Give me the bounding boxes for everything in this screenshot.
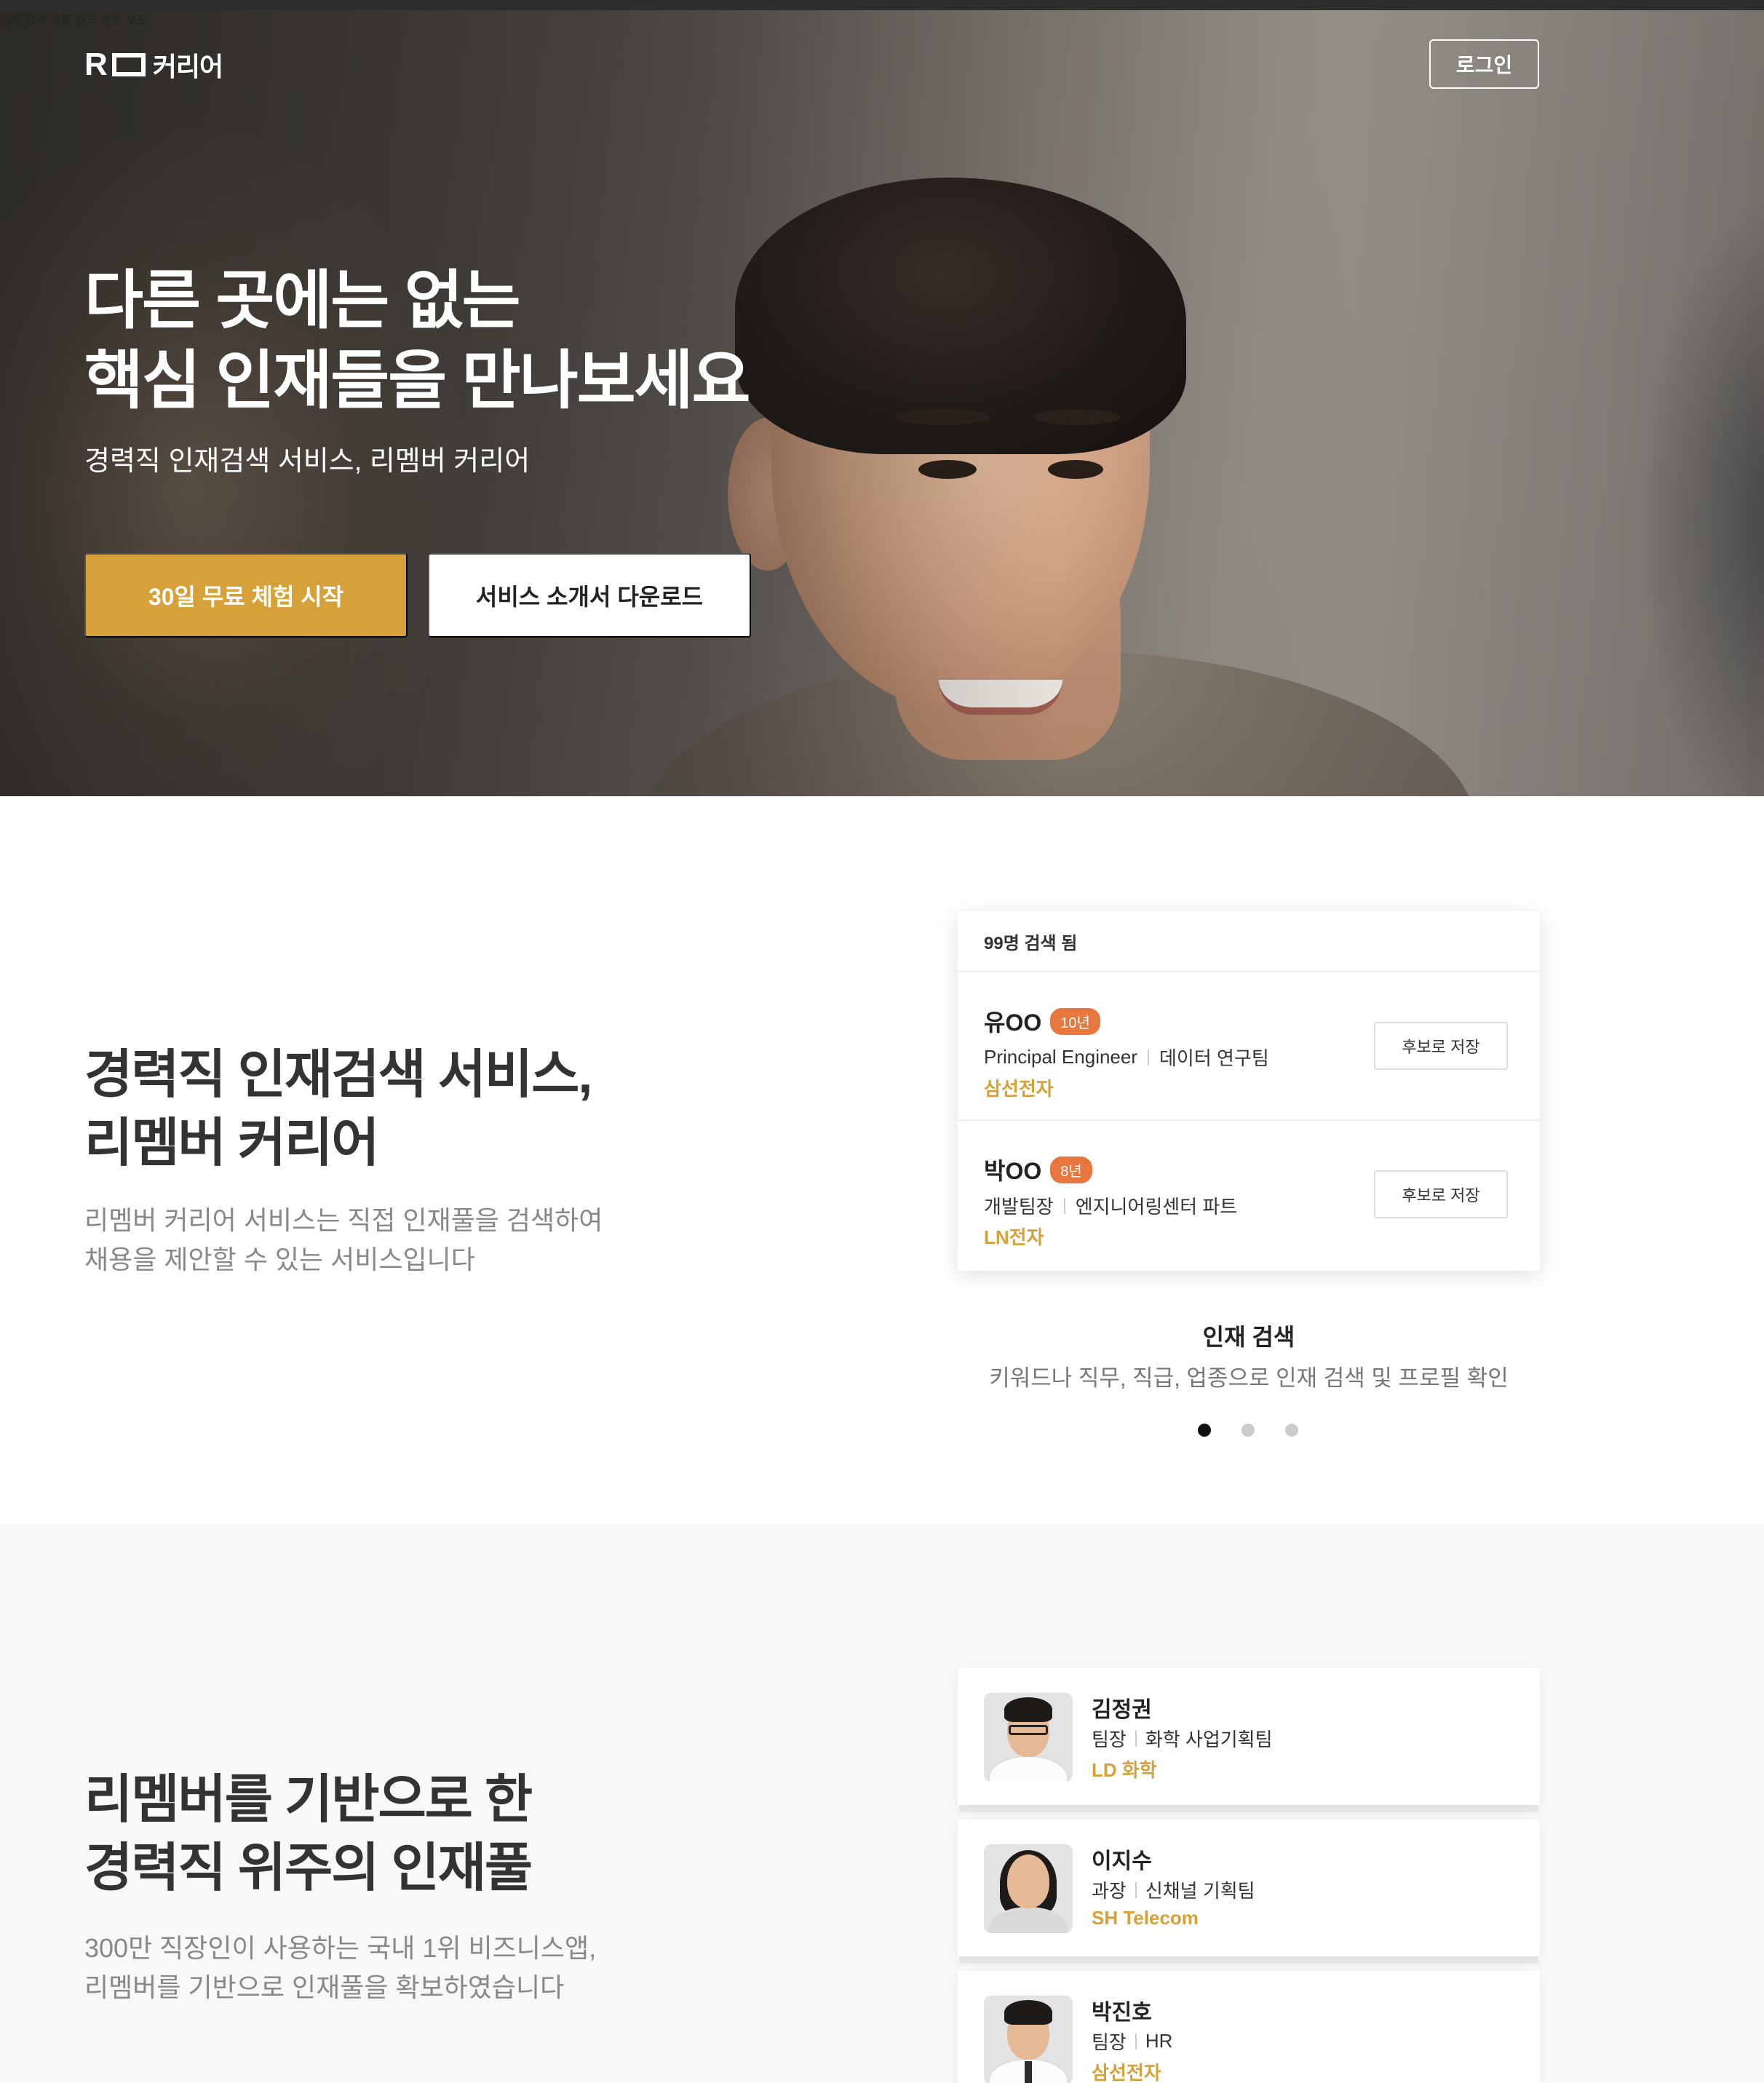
candidate-title: 개발팀장 xyxy=(984,1196,1054,1218)
remember-career-logo[interactable]: R 커리어 xyxy=(84,39,223,90)
site-header: R 커리어 인재 검색 채용 광고 언론 보도 로그인 xyxy=(0,10,1764,98)
avatar-tie xyxy=(1025,2061,1032,2083)
brochure-download-button[interactable]: 서비스 소개서 다운로드 xyxy=(428,553,751,638)
carousel-dot-3[interactable] xyxy=(1285,1424,1298,1437)
candidate-team: 데이터 연구팀 xyxy=(1159,1047,1269,1069)
avatar xyxy=(984,1693,1073,1782)
talent-pool-description: 300만 직장인이 사용하는 국내 1위 비즈니스앱, 리멤버를 기반으로 인재… xyxy=(84,1929,596,2007)
talent-search-title-line-1: 경력직 인재검색 서비스, xyxy=(84,1046,592,1104)
avatar xyxy=(984,1996,1073,2083)
hero-title-line-1: 다른 곳에는 없는 xyxy=(84,264,521,336)
avatar-face xyxy=(1007,1854,1049,1908)
talent-search-desc-line-1: 리멤버 커리어 서비스는 직접 인재풀을 검색하여 xyxy=(84,1205,603,1235)
hero-subtitle: 경력직 인재검색 서비스, 리멤버 커리어 xyxy=(84,446,531,477)
profile-position: 팀장 xyxy=(1092,1729,1127,1750)
profile-card[interactable]: 박진호 팀장 HR 삼선전자 xyxy=(958,1971,1540,2083)
talent-search-title: 경력직 인재검색 서비스, 리멤버 커리어 xyxy=(84,1041,592,1178)
talent-search-desc-line-2: 채용을 제안할 수 있는 서비스입니다 xyxy=(84,1245,475,1274)
carousel-dot-1[interactable] xyxy=(1198,1424,1211,1437)
profile-team: 화학 사업기획팀 xyxy=(1145,1729,1273,1750)
candidate-name-group: 유OO 10년 xyxy=(984,1004,1100,1038)
talent-pool-desc-line-1: 300만 직장인이 사용하는 국내 1위 비즈니스앱, xyxy=(84,1933,597,1963)
candidate-company: 삼선전자 xyxy=(984,1078,1054,1100)
candidate-role: 개발팀장 엔지니어링센터 파트 xyxy=(984,1192,1237,1219)
avatar-shirt xyxy=(988,1907,1068,1933)
talent-search-title-line-2: 리멤버 커리어 xyxy=(84,1114,379,1173)
top-border xyxy=(0,0,1764,10)
talent-pool-title: 리멤버를 기반으로 한 경력직 위주의 인재풀 xyxy=(84,1766,533,1903)
search-result-row[interactable]: 유OO 10년 Principal Engineer 데이터 연구팀 삼선전자 … xyxy=(958,972,1540,1121)
candidate-name: 유OO xyxy=(984,1009,1042,1036)
save-candidate-button[interactable]: 후보로 저장 xyxy=(1374,1022,1508,1070)
logo-mark: R xyxy=(84,47,108,82)
candidate-company: LN전자 xyxy=(984,1226,1044,1248)
profile-role: 팀장 HR xyxy=(1092,2028,1172,2055)
candidate-name-group: 박OO 8년 xyxy=(984,1153,1092,1186)
divider xyxy=(1135,1881,1137,1898)
divider xyxy=(1063,1197,1065,1214)
profile-company: LD 화학 xyxy=(1092,1759,1157,1781)
carousel-dots xyxy=(1198,1424,1298,1437)
nav-press[interactable]: 언론 보도 xyxy=(100,13,147,27)
profile-team: HR xyxy=(1145,2030,1173,2052)
experience-badge: 8년 xyxy=(1050,1156,1092,1183)
main-nav: 인재 검색 채용 광고 언론 보도 xyxy=(0,10,1764,28)
candidate-title: Principal Engineer xyxy=(984,1046,1138,1068)
nav-talent-search[interactable]: 인재 검색 xyxy=(0,13,47,27)
avatar-hair xyxy=(1004,2000,1052,2025)
candidate-team: 엔지니어링센터 파트 xyxy=(1075,1196,1238,1218)
logo-text: 커리어 xyxy=(152,52,223,82)
avatar-glasses xyxy=(1009,1725,1048,1735)
login-button[interactable]: 로그인 xyxy=(1429,39,1539,89)
profile-card[interactable]: 이지수 과장 신채널 기획팀 SH Telecom xyxy=(958,1820,1540,1956)
profile-position: 팀장 xyxy=(1092,2031,1127,2053)
avatar xyxy=(984,1844,1073,1933)
profile-card[interactable]: 김정권 팀장 화학 사업기획팀 LD 화학 xyxy=(958,1668,1540,1805)
profile-role: 팀장 화학 사업기획팀 xyxy=(1092,1725,1273,1752)
profile-position: 과장 xyxy=(1092,1880,1127,1902)
divider xyxy=(1135,1730,1137,1747)
avatar-hair xyxy=(1004,1697,1052,1722)
talent-pool-desc-line-2: 리멤버를 기반으로 인재풀을 확보하였습니다 xyxy=(84,1972,565,2002)
save-candidate-button[interactable]: 후보로 저장 xyxy=(1374,1170,1508,1218)
hero-title-line-2: 핵심 인재들을 만나보세요 xyxy=(84,344,750,416)
profile-company: SH Telecom xyxy=(1092,1907,1199,1929)
candidate-name: 박OO xyxy=(984,1158,1042,1184)
search-result-count: 99명 검색 됨 xyxy=(958,911,1540,972)
feature-description: 키워드나 직무, 직급, 업종으로 인재 검색 및 프로필 확인 xyxy=(989,1365,1509,1391)
logo-box-icon xyxy=(111,53,146,76)
avatar-shirt xyxy=(988,1755,1068,1782)
talent-search-description: 리멤버 커리어 서비스는 직접 인재풀을 검색하여 채용을 제안할 수 있는 서… xyxy=(84,1201,603,1279)
carousel-dot-2[interactable] xyxy=(1241,1424,1255,1437)
search-result-row[interactable]: 박OO 8년 개발팀장 엔지니어링센터 파트 LN전자 후보로 저장 xyxy=(958,1121,1540,1269)
talent-pool-title-line-1: 리멤버를 기반으로 한 xyxy=(84,1771,533,1829)
free-trial-button[interactable]: 30일 무료 체험 시작 xyxy=(84,553,408,638)
profile-name: 김정권 xyxy=(1092,1698,1152,1722)
search-results-card: 99명 검색 됨 유OO 10년 Principal Engineer 데이터 … xyxy=(958,911,1540,1271)
divider xyxy=(1135,2033,1137,2050)
profile-company: 삼선전자 xyxy=(1092,2062,1161,2083)
feature-title: 인재 검색 xyxy=(1202,1324,1295,1350)
hero-title: 다른 곳에는 없는 핵심 인재들을 만나보세요 xyxy=(84,261,750,421)
talent-pool-title-line-2: 경력직 위주의 인재풀 xyxy=(84,1839,533,1897)
profile-name: 이지수 xyxy=(1092,1849,1152,1873)
profile-role: 과장 신채널 기획팀 xyxy=(1092,1876,1255,1903)
profile-team: 신채널 기획팀 xyxy=(1145,1880,1255,1902)
divider xyxy=(1148,1049,1150,1066)
experience-badge: 10년 xyxy=(1050,1007,1100,1035)
profile-name: 박진호 xyxy=(1092,2001,1152,2025)
nav-job-ads[interactable]: 채용 광고 xyxy=(50,13,97,27)
candidate-role: Principal Engineer 데이터 연구팀 xyxy=(984,1044,1269,1071)
